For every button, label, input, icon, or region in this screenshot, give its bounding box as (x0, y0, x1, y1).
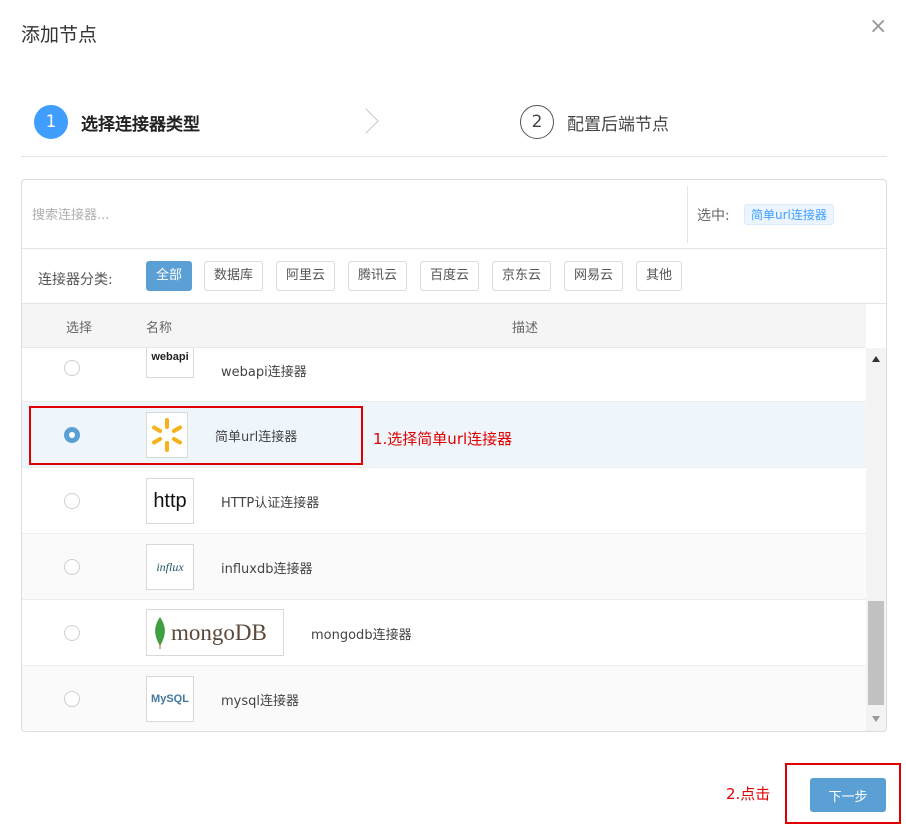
annotation-step2: 2.点击 (726, 785, 771, 803)
annotation-highlight-row (29, 406, 363, 465)
http-logo-icon: http (146, 478, 194, 524)
step-number: 1 (34, 105, 68, 139)
step-number: 2 (520, 105, 554, 139)
category-database-button[interactable]: 数据库 (204, 261, 264, 291)
divider (687, 186, 688, 243)
mysql-logo-icon: MySQL (146, 676, 194, 722)
category-other-button[interactable]: 其他 (636, 261, 683, 291)
table-row[interactable]: mongoDB mongodb连接器 (22, 600, 866, 666)
webapi-logo-icon: webapi (146, 348, 194, 378)
scroll-up-icon[interactable] (872, 356, 880, 362)
row-radio[interactable] (64, 625, 80, 641)
step-configure-backend: 2 配置后端节点 (520, 105, 669, 139)
row-radio[interactable] (64, 360, 80, 376)
step-label: 配置后端节点 (567, 114, 669, 135)
search-row: 选中: 简单url连接器 (22, 180, 886, 249)
category-netease-button[interactable]: 网易云 (564, 261, 624, 291)
category-label: 连接器分类: (38, 272, 113, 288)
category-tencent-button[interactable]: 腾讯云 (348, 261, 408, 291)
selected-connector-tag: 简单url连接器 (744, 204, 834, 225)
dialog-title: 添加节点 (21, 24, 98, 46)
column-name: 名称 (146, 321, 173, 336)
scrollbar[interactable] (866, 348, 886, 731)
connector-name: mysql连接器 (221, 694, 299, 709)
table-header: 选择 名称 描述 (22, 304, 866, 348)
connector-name: webapi连接器 (221, 365, 307, 380)
scroll-thumb[interactable] (868, 601, 884, 705)
table-row[interactable]: influx influxdb连接器 (22, 534, 866, 600)
table-row[interactable]: http HTTP认证连接器 (22, 468, 866, 534)
table-row[interactable]: MySQL mysql连接器 (22, 666, 866, 731)
steps-bar: 1 选择连接器类型 2 配置后端节点 (21, 100, 887, 157)
category-jd-button[interactable]: 京东云 (492, 261, 552, 291)
step-label: 选择连接器类型 (81, 114, 200, 135)
chevron-right-icon (353, 108, 379, 134)
close-icon[interactable]: × (869, 16, 887, 38)
leaf-icon (155, 616, 165, 649)
category-row: 连接器分类: 全部 数据库 阿里云 腾讯云 百度云 京东云 网易云 其他 (22, 249, 886, 304)
next-step-button[interactable]: 下一步 (810, 778, 886, 812)
column-select: 选择 (66, 321, 93, 336)
row-radio[interactable] (64, 691, 80, 707)
category-all-button[interactable]: 全部 (146, 261, 193, 291)
search-input[interactable] (32, 198, 672, 232)
category-aliyun-button[interactable]: 阿里云 (276, 261, 336, 291)
step-select-type: 1 选择连接器类型 (34, 105, 200, 139)
mongodb-logo-icon: mongoDB (146, 609, 284, 656)
annotation-step1: 1.选择简单url连接器 (373, 430, 513, 448)
connector-name: influxdb连接器 (221, 562, 313, 577)
connector-name: HTTP认证连接器 (221, 496, 320, 511)
category-baidu-button[interactable]: 百度云 (420, 261, 480, 291)
row-radio[interactable] (64, 559, 80, 575)
selected-label: 选中: (697, 208, 730, 224)
connector-name: mongodb连接器 (311, 628, 412, 643)
column-description: 描述 (512, 321, 539, 336)
table-row[interactable]: webapi webapi连接器 (22, 348, 866, 402)
scroll-down-icon[interactable] (872, 716, 880, 722)
row-radio[interactable] (64, 493, 80, 509)
influxdb-logo-icon: influx (146, 544, 194, 590)
